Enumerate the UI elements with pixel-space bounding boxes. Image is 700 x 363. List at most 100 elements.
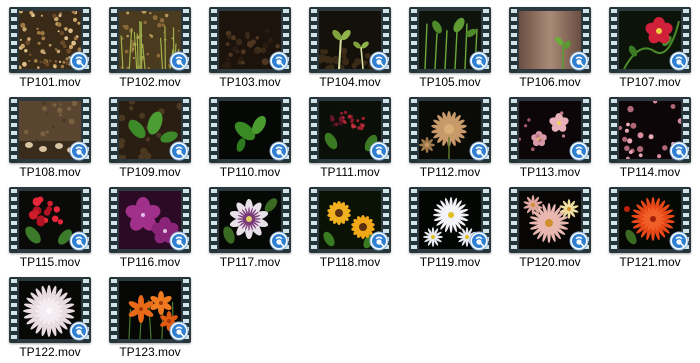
quicktime-play-icon bbox=[169, 231, 189, 251]
file-name-label: TP112.mov bbox=[419, 165, 481, 179]
file-name-label: TP109.mov bbox=[119, 165, 181, 179]
file-item[interactable]: TP111.mov bbox=[304, 92, 396, 179]
file-name-label: TP121.mov bbox=[619, 255, 681, 269]
video-thumbnail bbox=[209, 187, 291, 253]
film-strip-edge bbox=[609, 187, 619, 253]
film-strip-edge bbox=[309, 7, 319, 73]
quicktime-play-icon bbox=[169, 51, 189, 71]
file-name-label: TP119.mov bbox=[419, 255, 481, 269]
video-thumbnail bbox=[109, 187, 191, 253]
film-strip-edge bbox=[209, 97, 219, 163]
video-thumbnail bbox=[209, 97, 291, 163]
film-strip-edge bbox=[609, 97, 619, 163]
file-name-label: TP114.mov bbox=[619, 165, 681, 179]
file-name-label: TP123.mov bbox=[119, 345, 181, 359]
file-name-label: TP122.mov bbox=[19, 345, 81, 359]
video-thumbnail bbox=[509, 7, 591, 73]
file-name-label: TP107.mov bbox=[619, 75, 681, 89]
file-item[interactable]: TP120.mov bbox=[504, 182, 596, 269]
video-thumbnail bbox=[9, 97, 91, 163]
video-thumbnail bbox=[609, 97, 691, 163]
video-thumbnail bbox=[509, 187, 591, 253]
file-name-label: TP117.mov bbox=[219, 255, 281, 269]
file-item[interactable]: TP116.mov bbox=[104, 182, 196, 269]
film-strip-edge bbox=[309, 187, 319, 253]
film-strip-edge bbox=[209, 187, 219, 253]
file-item[interactable]: TP118.mov bbox=[304, 182, 396, 269]
file-item[interactable]: TP112.mov bbox=[404, 92, 496, 179]
file-item[interactable]: TP106.mov bbox=[504, 2, 596, 89]
film-strip-edge bbox=[9, 7, 19, 73]
video-thumbnail bbox=[409, 97, 491, 163]
file-item[interactable]: TP119.mov bbox=[404, 182, 496, 269]
video-thumbnail bbox=[9, 187, 91, 253]
file-name-label: TP108.mov bbox=[19, 165, 81, 179]
file-name-label: TP104.mov bbox=[319, 75, 381, 89]
quicktime-play-icon bbox=[69, 51, 89, 71]
file-item[interactable]: TP123.mov bbox=[104, 272, 196, 359]
file-item[interactable]: TP122.mov bbox=[4, 272, 96, 359]
file-name-label: TP105.mov bbox=[419, 75, 481, 89]
quicktime-play-icon bbox=[469, 231, 489, 251]
video-thumbnail bbox=[309, 97, 391, 163]
file-item[interactable]: TP117.mov bbox=[204, 182, 296, 269]
file-name-label: TP101.mov bbox=[19, 75, 81, 89]
file-name-label: TP120.mov bbox=[519, 255, 581, 269]
file-name-label: TP103.mov bbox=[219, 75, 281, 89]
film-strip-edge bbox=[509, 97, 519, 163]
quicktime-play-icon bbox=[569, 51, 589, 71]
quicktime-play-icon bbox=[369, 51, 389, 71]
file-item[interactable]: TP102.mov bbox=[104, 2, 196, 89]
quicktime-play-icon bbox=[369, 231, 389, 251]
file-item[interactable]: TP103.mov bbox=[204, 2, 296, 89]
video-thumbnail bbox=[9, 7, 91, 73]
file-name-label: TP110.mov bbox=[219, 165, 281, 179]
file-name-label: TP115.mov bbox=[19, 255, 81, 269]
file-item[interactable]: TP114.mov bbox=[604, 92, 696, 179]
quicktime-play-icon bbox=[669, 141, 689, 161]
file-item[interactable]: TP110.mov bbox=[204, 92, 296, 179]
video-thumbnail bbox=[409, 187, 491, 253]
file-item[interactable]: TP108.mov bbox=[4, 92, 96, 179]
file-name-label: TP102.mov bbox=[119, 75, 181, 89]
video-thumbnail bbox=[509, 97, 591, 163]
file-item[interactable]: TP113.mov bbox=[504, 92, 596, 179]
file-item[interactable]: TP104.mov bbox=[304, 2, 396, 89]
video-thumbnail bbox=[309, 187, 391, 253]
video-thumbnail bbox=[109, 97, 191, 163]
quicktime-play-icon bbox=[169, 321, 189, 341]
quicktime-play-icon bbox=[569, 231, 589, 251]
video-thumbnail bbox=[609, 7, 691, 73]
quicktime-play-icon bbox=[69, 321, 89, 341]
film-strip-edge bbox=[109, 97, 119, 163]
film-strip-edge bbox=[9, 97, 19, 163]
film-strip-edge bbox=[409, 7, 419, 73]
film-strip-edge bbox=[109, 7, 119, 73]
file-item[interactable]: TP107.mov bbox=[604, 2, 696, 89]
file-item[interactable]: TP105.mov bbox=[404, 2, 496, 89]
quicktime-play-icon bbox=[269, 51, 289, 71]
film-strip-edge bbox=[509, 7, 519, 73]
quicktime-play-icon bbox=[669, 231, 689, 251]
film-strip-edge bbox=[9, 187, 19, 253]
quicktime-play-icon bbox=[69, 231, 89, 251]
file-grid: TP101.mov TP102.mov TP103.mov TP104.mov … bbox=[0, 0, 700, 363]
file-name-label: TP106.mov bbox=[519, 75, 581, 89]
quicktime-play-icon bbox=[69, 141, 89, 161]
file-name-label: TP118.mov bbox=[319, 255, 381, 269]
quicktime-play-icon bbox=[269, 231, 289, 251]
file-item[interactable]: TP121.mov bbox=[604, 182, 696, 269]
video-thumbnail bbox=[409, 7, 491, 73]
file-name-label: TP113.mov bbox=[519, 165, 581, 179]
film-strip-edge bbox=[409, 187, 419, 253]
film-strip-edge bbox=[609, 7, 619, 73]
file-item[interactable]: TP115.mov bbox=[4, 182, 96, 269]
video-thumbnail bbox=[9, 277, 91, 343]
file-item[interactable]: TP109.mov bbox=[104, 92, 196, 179]
quicktime-play-icon bbox=[169, 141, 189, 161]
video-thumbnail bbox=[109, 277, 191, 343]
film-strip-edge bbox=[209, 7, 219, 73]
file-item[interactable]: TP101.mov bbox=[4, 2, 96, 89]
video-thumbnail bbox=[309, 7, 391, 73]
film-strip-edge bbox=[9, 277, 19, 343]
